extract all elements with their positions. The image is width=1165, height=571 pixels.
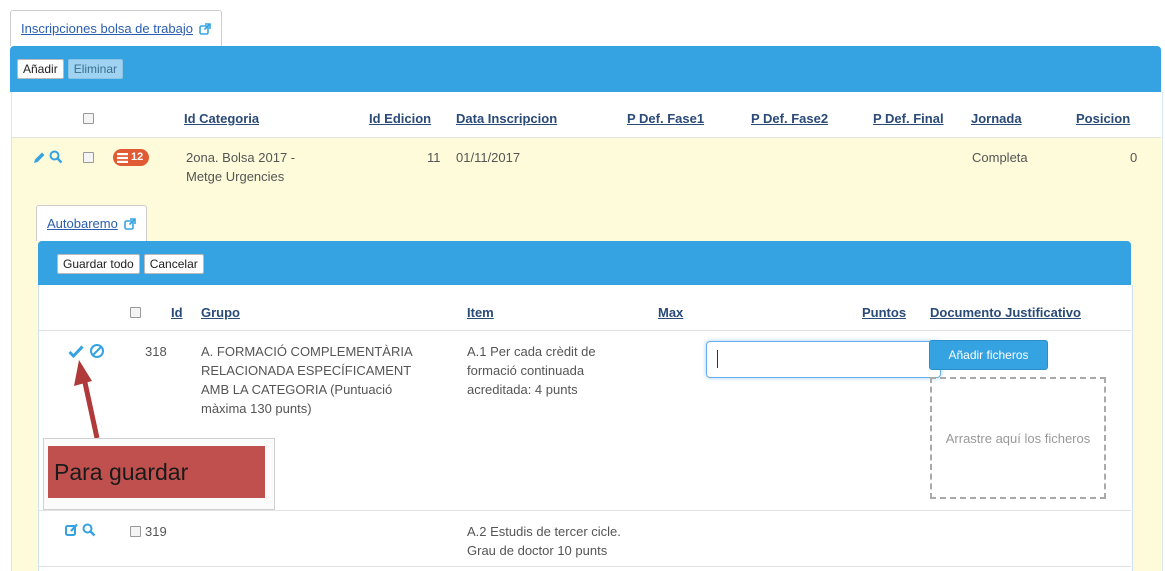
file-dropzone[interactable]: Arrastre aquí los ficheros xyxy=(930,377,1106,499)
row-318-item-line2: formació continuada xyxy=(467,363,585,378)
tab-autobaremo-label: Autobaremo xyxy=(47,216,118,231)
row-318-id: 318 xyxy=(145,344,167,359)
cancel-button[interactable]: Cancelar xyxy=(143,253,204,274)
header-id-edicion[interactable]: Id Edicion xyxy=(369,111,431,126)
annotation-arrow xyxy=(74,360,100,439)
header-p-def-fase1[interactable]: P Def. Fase1 xyxy=(627,111,704,126)
row-318-item-line3: acreditada: 4 punts xyxy=(467,382,578,397)
list-count-badge[interactable]: 12 xyxy=(113,149,150,166)
row-checkbox[interactable] xyxy=(83,152,94,163)
edit-icon[interactable] xyxy=(65,523,79,537)
search-icon[interactable] xyxy=(49,150,63,164)
dropzone-text: Arrastre aquí los ficheros xyxy=(945,430,1091,446)
jornada-value: Completa xyxy=(972,150,1028,165)
header-max[interactable]: Max xyxy=(658,305,683,320)
header-documento[interactable]: Documento Justificativo xyxy=(930,305,1081,320)
header-grupo[interactable]: Grupo xyxy=(201,305,240,320)
header-jornada[interactable]: Jornada xyxy=(971,111,1022,126)
save-check-icon[interactable] xyxy=(68,345,84,358)
header-item[interactable]: Item xyxy=(467,305,494,320)
row-318-grupo-line1: A. FORMACIÓ COMPLEMENTÀRIA xyxy=(201,344,413,359)
header-p-def-final[interactable]: P Def. Final xyxy=(873,111,944,126)
row-319-id: 319 xyxy=(145,524,167,539)
posicion-value: 0 xyxy=(1130,150,1138,165)
search-icon[interactable] xyxy=(82,523,96,537)
edicion-value: 11 xyxy=(427,150,441,165)
data-inscripcion-value: 01/11/2017 xyxy=(456,150,521,165)
cancel-ban-icon[interactable] xyxy=(89,343,105,359)
header-posicion[interactable]: Posicion xyxy=(1076,111,1130,126)
tab-autobaremo[interactable]: Autobaremo xyxy=(36,205,147,241)
header-id[interactable]: Id xyxy=(171,305,183,320)
add-files-button[interactable]: Añadir ficheros xyxy=(929,340,1048,370)
tab-inscripciones[interactable]: Inscripciones bolsa de trabajo xyxy=(10,10,222,46)
external-link-icon xyxy=(199,22,211,35)
categoria-line2: Metge Urgencies xyxy=(186,169,285,184)
inner-toolbar: Guardar todo Cancelar xyxy=(38,241,1131,286)
row-318-grupo-line3: AMB LA CATEGORIA (Puntuació xyxy=(201,382,393,397)
row-319-checkbox[interactable] xyxy=(130,526,141,537)
select-all-checkbox[interactable] xyxy=(83,113,94,124)
header-p-def-fase2[interactable]: P Def. Fase2 xyxy=(751,111,828,126)
header-id-categoria[interactable]: Id Categoria xyxy=(184,111,259,126)
external-link-icon xyxy=(124,217,136,230)
row-318-grupo-line2: RELACIONADA ESPECÍFICAMENT xyxy=(201,363,412,378)
bottom-separator xyxy=(39,566,1131,567)
edit-pencil-icon[interactable] xyxy=(33,151,46,164)
tab-inscripciones-label: Inscripciones bolsa de trabajo xyxy=(21,21,193,36)
inner-header-separator xyxy=(39,330,1131,331)
row-319-item-line1: A.2 Estudis de tercer cicle. xyxy=(467,524,621,539)
row-separator xyxy=(39,510,1131,511)
row-318-grupo-line4: màxima 130 punts) xyxy=(201,401,312,416)
save-all-button[interactable]: Guardar todo xyxy=(57,253,140,274)
text-caret xyxy=(717,350,718,368)
delete-button[interactable]: Eliminar xyxy=(67,59,124,79)
row-318-item-line1: A.1 Per cada crèdit de xyxy=(467,344,596,359)
outer-toolbar: Añadir Eliminar xyxy=(10,46,1161,92)
list-count: 12 xyxy=(131,151,144,163)
categoria-line1: 2ona. Bolsa 2017 - xyxy=(186,150,296,165)
header-data-inscripcion[interactable]: Data Inscripcion xyxy=(456,111,557,126)
puntos-input[interactable] xyxy=(706,341,941,378)
header-puntos[interactable]: Puntos xyxy=(862,305,906,320)
list-icon xyxy=(117,152,128,163)
row-319-item-line2: Grau de doctor 10 punts xyxy=(467,543,608,558)
add-button[interactable]: Añadir xyxy=(17,59,64,79)
annotation-text: Para guardar xyxy=(48,446,265,498)
inner-select-all-checkbox[interactable] xyxy=(130,307,141,318)
